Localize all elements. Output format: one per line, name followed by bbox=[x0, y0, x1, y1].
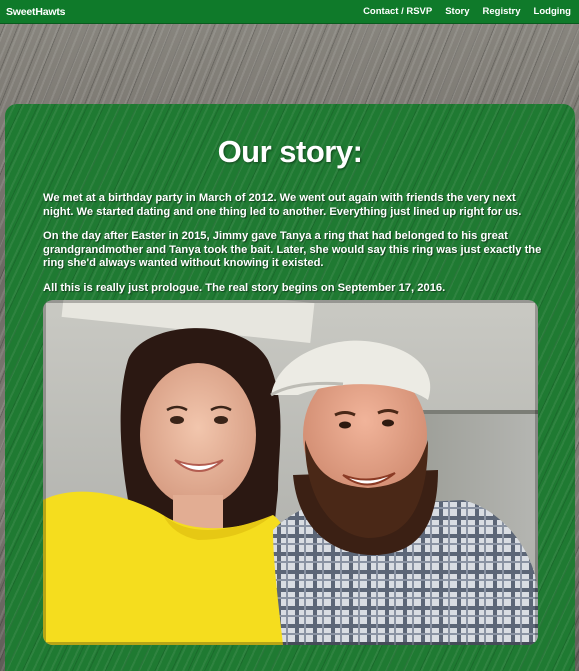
nav-link-story[interactable]: Story bbox=[445, 6, 469, 17]
story-paragraph-1: We met at a birthday party in March of 2… bbox=[43, 192, 522, 218]
story-paragraph-3: All this is really just prologue. The re… bbox=[43, 282, 446, 294]
nav-link-registry[interactable]: Registry bbox=[483, 6, 521, 17]
nav-link-lodging[interactable]: Lodging bbox=[534, 6, 571, 17]
couple-photo bbox=[43, 300, 538, 645]
nav-links: Contact / RSVP Story Registry Lodging bbox=[363, 6, 571, 17]
story-paragraph-2: On the day after Easter in 2015, Jimmy g… bbox=[43, 230, 542, 269]
page-title: Our story: bbox=[217, 134, 363, 169]
top-navbar: SweetHawts Contact / RSVP Story Registry… bbox=[0, 0, 579, 24]
nav-link-contact-rsvp[interactable]: Contact / RSVP bbox=[363, 6, 432, 17]
brand-logo-link[interactable]: SweetHawts bbox=[6, 6, 65, 18]
story-panel: Our story: We met at a birthday party in… bbox=[5, 104, 575, 671]
